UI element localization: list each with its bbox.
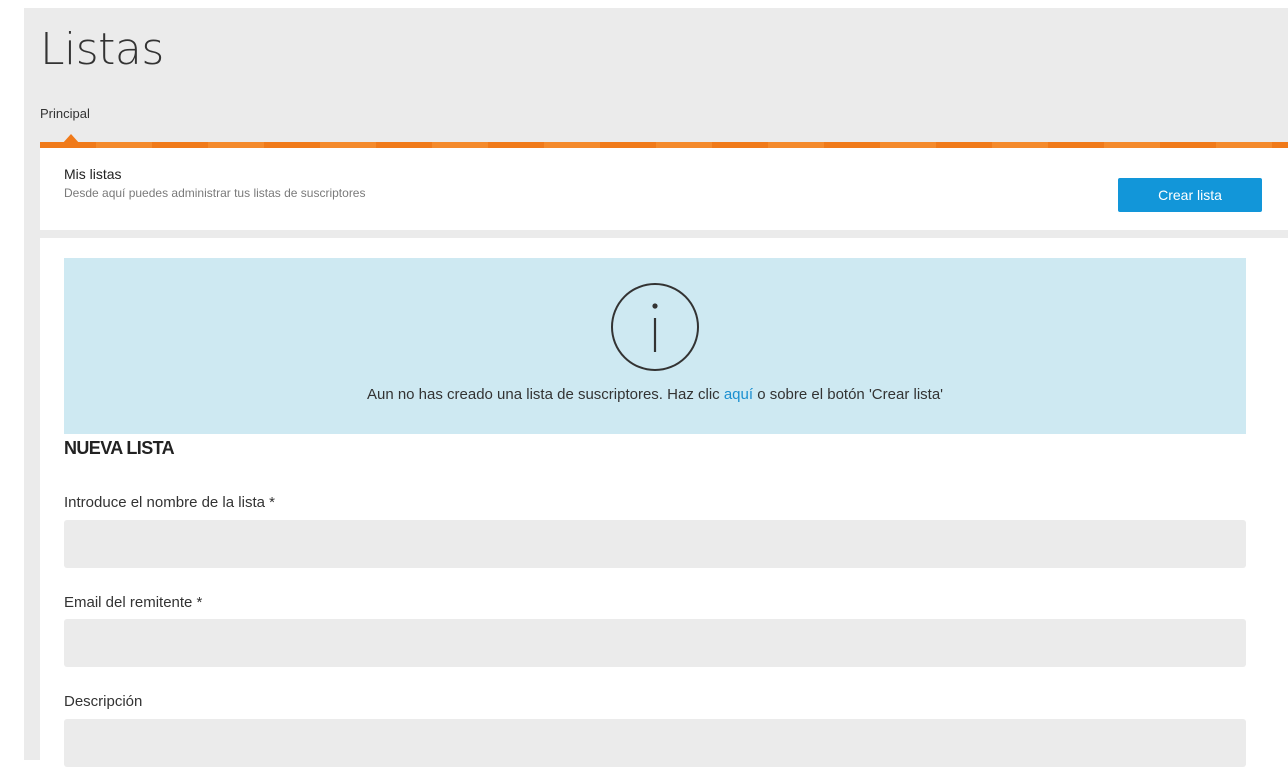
sender-email-input[interactable] bbox=[64, 619, 1246, 667]
empty-state-message: Aun no has creado una lista de suscripto… bbox=[64, 386, 1246, 403]
info-circle-icon bbox=[611, 283, 699, 371]
section-description: Desde aquí puedes administrar tus listas… bbox=[64, 186, 366, 200]
sender-email-label: Email del remitente * bbox=[64, 594, 203, 611]
main-canvas: Listas Principal Mis listas Desde aquí p… bbox=[24, 8, 1288, 768]
content-card: Aun no has creado una lista de suscripto… bbox=[40, 238, 1288, 768]
page: Listas Principal Mis listas Desde aquí p… bbox=[0, 0, 1288, 768]
list-name-input[interactable] bbox=[64, 520, 1246, 568]
create-list-link[interactable]: aquí bbox=[724, 386, 753, 403]
empty-state-notice: Aun no has creado una lista de suscripto… bbox=[64, 258, 1246, 434]
notice-text-start: Aun no has creado una lista de suscripto… bbox=[366, 386, 724, 403]
section-heading: Mis listas bbox=[64, 166, 122, 182]
new-list-heading: NUEVA LISTA bbox=[64, 438, 175, 458]
page-title: Listas bbox=[40, 24, 164, 75]
description-label: Descripción bbox=[64, 693, 143, 710]
lists-header-card: Mis listas Desde aquí puedes administrar… bbox=[40, 148, 1288, 230]
tab-principal[interactable]: Principal bbox=[40, 106, 90, 121]
list-name-label: Introduce el nombre de la lista * bbox=[64, 494, 275, 511]
create-list-button[interactable]: Crear lista bbox=[1118, 178, 1262, 212]
notice-text-end: o sobre el botón 'Crear lista' bbox=[753, 386, 944, 403]
